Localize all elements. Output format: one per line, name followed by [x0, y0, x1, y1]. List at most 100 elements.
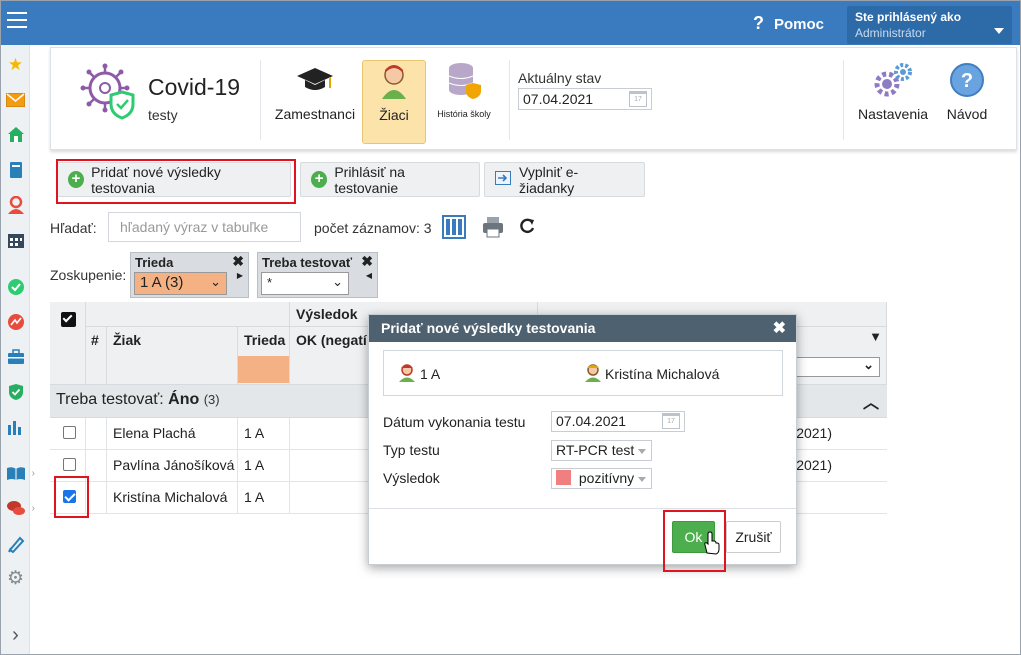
class-filter-swatch[interactable] — [238, 356, 289, 383]
calendar-icon[interactable] — [5, 229, 26, 250]
info-class: 1 A — [420, 366, 441, 382]
close-icon[interactable]: ✖ — [773, 318, 786, 338]
register-testing-button[interactable]: + Prihlásiť na testovanie — [300, 162, 480, 197]
person-icon[interactable] — [5, 194, 26, 215]
hand-cursor-icon — [702, 531, 720, 558]
calendar-icon[interactable]: 17 — [662, 413, 680, 429]
shield-check-icon[interactable] — [5, 381, 26, 402]
test-type-select[interactable]: RT-PCR test — [551, 440, 652, 461]
student-name: Elena Plachá — [107, 418, 238, 449]
star-icon[interactable]: ★ — [5, 54, 26, 75]
cancel-button[interactable]: Zrušiť — [726, 521, 781, 553]
result-value: pozitívny — [578, 470, 635, 486]
book-icon[interactable] — [5, 159, 26, 180]
dialog-title: Pridať nové výsledky testovania — [381, 320, 596, 336]
chart-circle-icon[interactable] — [5, 311, 26, 332]
chevron-down-icon: ⌄ — [863, 357, 874, 372]
register-label: Prihlásiť na testovanie — [334, 163, 405, 196]
group-row-count: (3) — [203, 392, 220, 407]
group-treba-title: Treba testovať — [262, 255, 353, 270]
group-treba-select[interactable]: * ⌄ — [261, 272, 349, 295]
search-input[interactable]: hľadaný výraz v tabuľke — [108, 212, 301, 242]
hamburger-menu-icon[interactable] — [7, 12, 27, 32]
chevron-right-icon[interactable]: › — [5, 624, 26, 646]
result-label: Výsledok — [383, 470, 440, 486]
plus-icon: + — [311, 171, 328, 188]
left-sidebar: ★ › › ⚙ › — [1, 45, 35, 654]
result-select[interactable]: pozitívny — [551, 468, 652, 489]
student-name: Kristína Michalová — [107, 482, 238, 513]
dialog-footer-divider — [369, 508, 796, 509]
nav-ziaci[interactable]: Žiaci — [362, 60, 426, 144]
col-hash[interactable]: # — [86, 327, 107, 385]
add-results-dialog: Pridať nové výsledky testovania ✖ 1 A Kr… — [368, 314, 797, 572]
open-book-icon[interactable]: › — [5, 463, 35, 484]
test-type-label: Typ testu — [383, 442, 440, 458]
nav-historia-skoly[interactable]: História školy — [432, 60, 496, 144]
nav-zamestnanci-label: Zamestnanci — [274, 106, 356, 122]
columns-icon[interactable] — [442, 215, 466, 242]
nav-historia-label: História školy — [437, 109, 491, 119]
arrow-left-icon[interactable]: ◀ — [366, 271, 372, 280]
group-treba-testovat: Treba testovať ✖ ◀ * ⌄ — [257, 252, 378, 298]
app-subtitle: testy — [148, 107, 178, 123]
refresh-icon[interactable] — [518, 217, 536, 238]
col-class[interactable]: Trieda — [238, 327, 290, 385]
pen-icon[interactable] — [5, 533, 26, 554]
chevron-up-icon[interactable]: ︿ — [863, 389, 879, 413]
row-index — [86, 418, 107, 449]
student-icon — [363, 61, 425, 101]
sort-down-icon[interactable]: ▼ — [869, 329, 882, 344]
guide-button[interactable]: ? Návod — [939, 60, 995, 144]
arrow-right-icon[interactable]: ▶ — [237, 271, 243, 280]
state-date-input[interactable]: 07.04.2021 17 — [518, 88, 652, 110]
row-checkbox[interactable] — [63, 458, 76, 471]
mail-icon[interactable] — [5, 89, 26, 110]
test-date-input[interactable]: 07.04.2021 17 — [551, 411, 685, 432]
virus-shield-icon — [79, 62, 137, 120]
col-student[interactable]: Žiak — [107, 327, 238, 385]
chevron-down-icon — [638, 477, 646, 482]
calendar-icon[interactable]: 17 — [629, 91, 647, 107]
header-divider — [509, 60, 510, 140]
check-circle-icon[interactable] — [5, 276, 26, 297]
header-divider — [843, 60, 844, 140]
class-person-icon — [398, 364, 416, 385]
group-trieda: Trieda ✖ ▶ 1 A (3) ⌄ — [130, 252, 249, 298]
group-treba-value: * — [267, 275, 273, 290]
row-checkbox[interactable] — [63, 426, 76, 439]
group-row-label: Treba testovať: — [56, 391, 164, 408]
settings-button[interactable]: Nastavenia — [855, 60, 931, 144]
nav-zamestnanci[interactable]: Zamestnanci — [273, 60, 357, 144]
row-index — [86, 482, 107, 513]
test-type-value: RT-PCR test — [556, 442, 635, 458]
print-icon[interactable] — [481, 215, 505, 242]
help-link[interactable]: ? Pomoc — [753, 13, 824, 34]
home-icon[interactable] — [5, 124, 26, 145]
fill-request-button[interactable]: Vyplniť e-žiadanky — [484, 162, 645, 197]
user-dropdown[interactable]: Ste prihlásený ako Administrátor — [847, 6, 1012, 44]
fill-request-label: Vyplniť e-žiadanky — [519, 163, 579, 196]
gear-icon[interactable]: ⚙ — [5, 568, 26, 589]
bar-chart-icon[interactable] — [5, 416, 26, 437]
close-icon[interactable]: ✖ — [361, 253, 373, 270]
row-index — [86, 450, 107, 481]
select-all-checkbox[interactable] — [61, 312, 76, 327]
close-icon[interactable]: ✖ — [232, 253, 244, 270]
chevron-down-icon: ⌄ — [210, 274, 221, 289]
group-trieda-value: 1 A (3) — [140, 274, 184, 291]
settings-label: Nastavenia — [857, 106, 929, 122]
state-date-value: 07.04.2021 — [523, 91, 594, 107]
col-class-label: Trieda — [244, 332, 286, 348]
group-trieda-select[interactable]: 1 A (3) ⌄ — [134, 272, 227, 295]
student-class: 1 A — [238, 418, 290, 449]
chat-icon[interactable]: › — [5, 498, 35, 519]
student-person-icon — [584, 364, 602, 385]
select-all-header — [50, 302, 86, 385]
group-row-value: Áno — [168, 391, 200, 408]
question-icon: ? — [753, 13, 764, 33]
help-label: Pomoc — [774, 16, 825, 33]
extra-filter-select[interactable]: ⌄ — [787, 357, 880, 377]
briefcase-icon[interactable] — [5, 346, 26, 367]
guide-label: Návod — [946, 106, 988, 122]
